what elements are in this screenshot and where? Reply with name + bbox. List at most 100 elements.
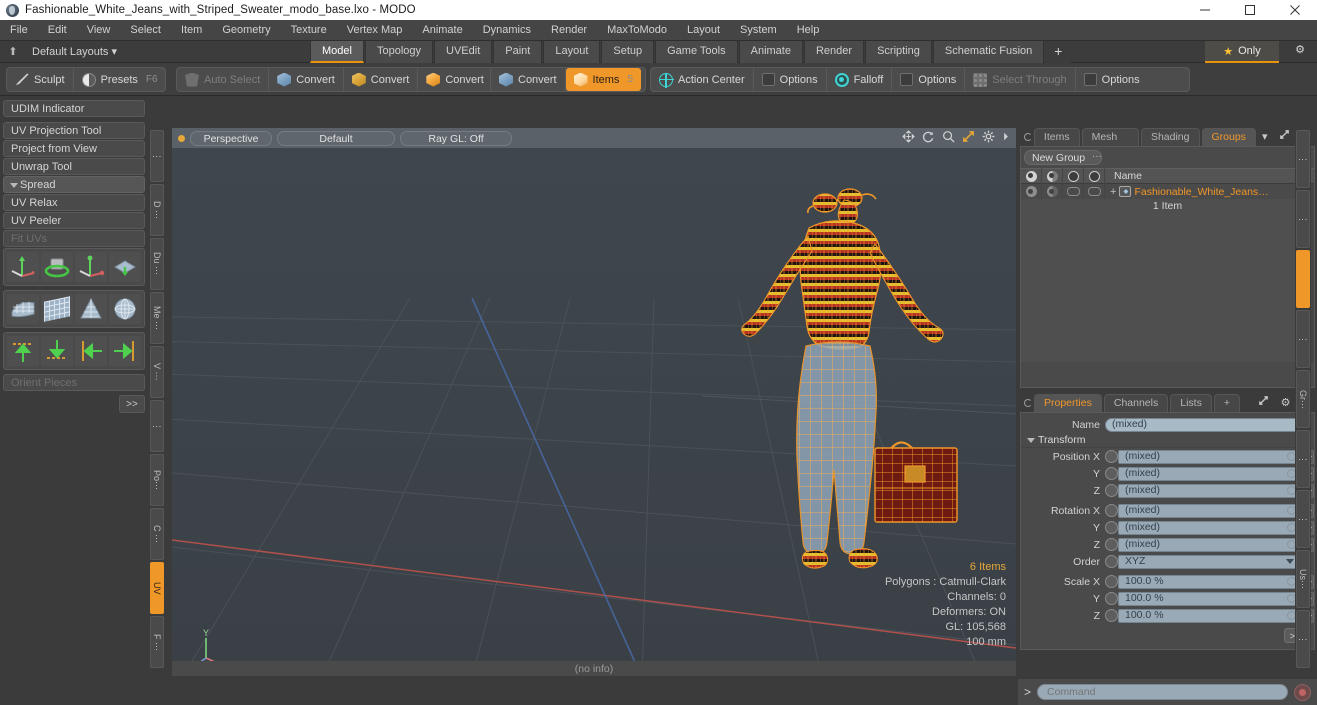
tool-uv-relax[interactable]: UV Relax [3, 194, 145, 211]
vertical-tab-n5[interactable]: ⋮ [1296, 430, 1310, 488]
zoom-icon[interactable] [942, 130, 955, 146]
property-channel-toggle[interactable] [1105, 538, 1118, 551]
tab-groups[interactable]: Groups [1201, 128, 1256, 146]
tab-channels[interactable]: Channels [1103, 394, 1169, 412]
viewport-raygl-toggle[interactable]: Ray GL: Off [400, 130, 512, 146]
vertical-tab-du[interactable]: Du ⋯ [150, 238, 164, 290]
groups-dropdown-icon[interactable]: ▾ [1258, 129, 1272, 146]
uv-rotate-gizmo-icon[interactable] [41, 252, 73, 282]
menu-item-file[interactable]: File [0, 20, 38, 41]
vertical-tab-n0[interactable]: ⋮ [150, 130, 164, 182]
menu-item-animate[interactable]: Animate [412, 20, 472, 41]
uv-flatten-icon[interactable] [109, 252, 141, 282]
toolbar-button-convert-3[interactable]: Convert [418, 68, 492, 91]
layout-tab-paint[interactable]: Paint [493, 41, 543, 63]
toolbar-button-sculpt-0[interactable]: Sculpt [7, 68, 74, 91]
property-channel-toggle[interactable] [1105, 575, 1118, 588]
pan-icon[interactable] [902, 130, 915, 146]
menu-item-maxtomodo[interactable]: MaxToModo [597, 20, 677, 41]
gear-icon[interactable] [982, 130, 995, 146]
property-value-field[interactable]: (mixed) [1118, 520, 1299, 535]
row-render-toggle[interactable] [1042, 183, 1063, 200]
toolbar-button-select-through-4[interactable]: Select Through [965, 68, 1076, 91]
layout-tab-setup[interactable]: Setup [601, 41, 655, 63]
transform-section-header[interactable]: Transform [1021, 433, 1314, 448]
property-value-field[interactable]: 100.0 % [1118, 574, 1299, 589]
toolbar-button-convert-2[interactable]: Convert [344, 68, 419, 91]
menu-item-edit[interactable]: Edit [38, 20, 77, 41]
vertical-tab-f[interactable]: F ⋯ [150, 616, 164, 668]
property-value-field[interactable]: (mixed) [1118, 483, 1299, 498]
tool-unwrap-tool[interactable]: Unwrap Tool [3, 158, 145, 175]
only-toggle[interactable]: ★ Only [1205, 41, 1279, 63]
toolbar-button-convert-1[interactable]: Convert [269, 68, 344, 91]
tab-items[interactable]: Items [1033, 128, 1080, 146]
vertical-tab-uv[interactable]: UV [150, 562, 164, 614]
align-up-icon[interactable] [7, 336, 39, 366]
vertical-tab-d[interactable]: D ⋯ [150, 184, 164, 236]
minimize-button[interactable] [1182, 0, 1227, 20]
vertical-tab-n2[interactable] [1296, 250, 1310, 308]
record-icon[interactable] [1294, 683, 1311, 701]
toolbar-button-presets-1[interactable]: Presets F6 [74, 68, 166, 91]
align-down-icon[interactable] [41, 336, 73, 366]
uv-cone-icon[interactable] [75, 294, 107, 324]
rotate-icon[interactable] [922, 130, 935, 146]
layout-gear-icon[interactable]: ⚙ [1291, 43, 1309, 56]
uv-scale-gizmo-icon[interactable] [75, 252, 107, 282]
property-channel-toggle[interactable] [1105, 609, 1118, 622]
layout-tab-model[interactable]: Model [310, 41, 364, 63]
property-select[interactable]: XYZ [1118, 554, 1299, 569]
toolbar-button-options-5[interactable]: Options [1076, 68, 1148, 91]
toolbar-button-action-center-0[interactable]: Action Center [651, 68, 754, 91]
uv-grid-plane-icon[interactable] [41, 294, 73, 324]
expander-icon[interactable]: + [1110, 186, 1116, 198]
arrow-right-icon[interactable] [1002, 130, 1010, 146]
layout-tab-render[interactable]: Render [803, 41, 865, 63]
toolbar-button-options-3[interactable]: Options [892, 68, 966, 91]
menu-item-system[interactable]: System [730, 20, 787, 41]
menu-item-geometry[interactable]: Geometry [212, 20, 280, 41]
tool-project-from-view[interactable]: Project from View [3, 140, 145, 157]
property-channel-toggle[interactable] [1105, 555, 1118, 568]
menu-item-dynamics[interactable]: Dynamics [473, 20, 541, 41]
vertical-tab-n3[interactable]: ⋮ [1296, 310, 1310, 368]
tool-spread[interactable]: Spread [3, 176, 145, 193]
toolbar-button-convert-0[interactable]: Convert [491, 68, 566, 91]
menu-item-item[interactable]: Item [171, 20, 212, 41]
groups-list[interactable]: + Fashionable_White_Jeans… 1 Item [1021, 183, 1314, 362]
menu-item-vertex-map[interactable]: Vertex Map [337, 20, 413, 41]
home-layout-icon[interactable]: ⬆ [0, 45, 26, 58]
command-input[interactable] [1037, 684, 1288, 700]
property-channel-toggle[interactable] [1105, 592, 1118, 605]
align-left-icon[interactable] [75, 336, 107, 366]
property-value-field[interactable]: 100.0 % [1118, 608, 1299, 623]
property-channel-toggle[interactable] [1105, 467, 1118, 480]
table-row[interactable]: + Fashionable_White_Jeans… [1021, 183, 1314, 200]
uv-sphere-icon[interactable] [109, 294, 141, 324]
vertical-tab-c[interactable]: C ⋯ [150, 508, 164, 560]
property-value-field[interactable]: (mixed) [1118, 537, 1299, 552]
close-button[interactable] [1272, 0, 1317, 20]
tab-properties[interactable]: Properties [1034, 394, 1102, 412]
tab-shading[interactable]: Shading [1140, 128, 1200, 146]
properties-expand-icon[interactable] [1254, 395, 1273, 412]
viewport-3d[interactable]: Perspective Default Ray GL: Off Y 6 Item… [172, 128, 1016, 678]
new-group-button[interactable]: New Group [1024, 150, 1102, 165]
toolbar-button-options-1[interactable]: Options [754, 68, 827, 91]
viewport-view-mode[interactable]: Perspective [190, 130, 272, 146]
property-channel-toggle[interactable] [1105, 504, 1118, 517]
name-field[interactable]: (mixed) [1105, 417, 1308, 432]
layout-tab-uvedit[interactable]: UVEdit [434, 41, 493, 63]
tab-lists[interactable]: Lists [1170, 394, 1212, 412]
uv-fit-icon[interactable] [7, 294, 39, 324]
groups-expand-icon[interactable] [1275, 129, 1294, 146]
vertical-tab-n8[interactable]: ⋮ [1296, 610, 1310, 668]
tool-udim-indicator[interactable]: UDIM Indicator [3, 100, 145, 117]
viewport-canvas[interactable]: Y X Z 6 Items Polygons : Catmull-Clark C… [172, 148, 1016, 678]
viewport-shading-mode[interactable]: Default [277, 130, 395, 146]
row-select-toggle[interactable] [1084, 183, 1105, 200]
property-value-field[interactable]: (mixed) [1118, 503, 1299, 518]
menu-item-render[interactable]: Render [541, 20, 597, 41]
align-right-icon[interactable] [109, 336, 141, 366]
